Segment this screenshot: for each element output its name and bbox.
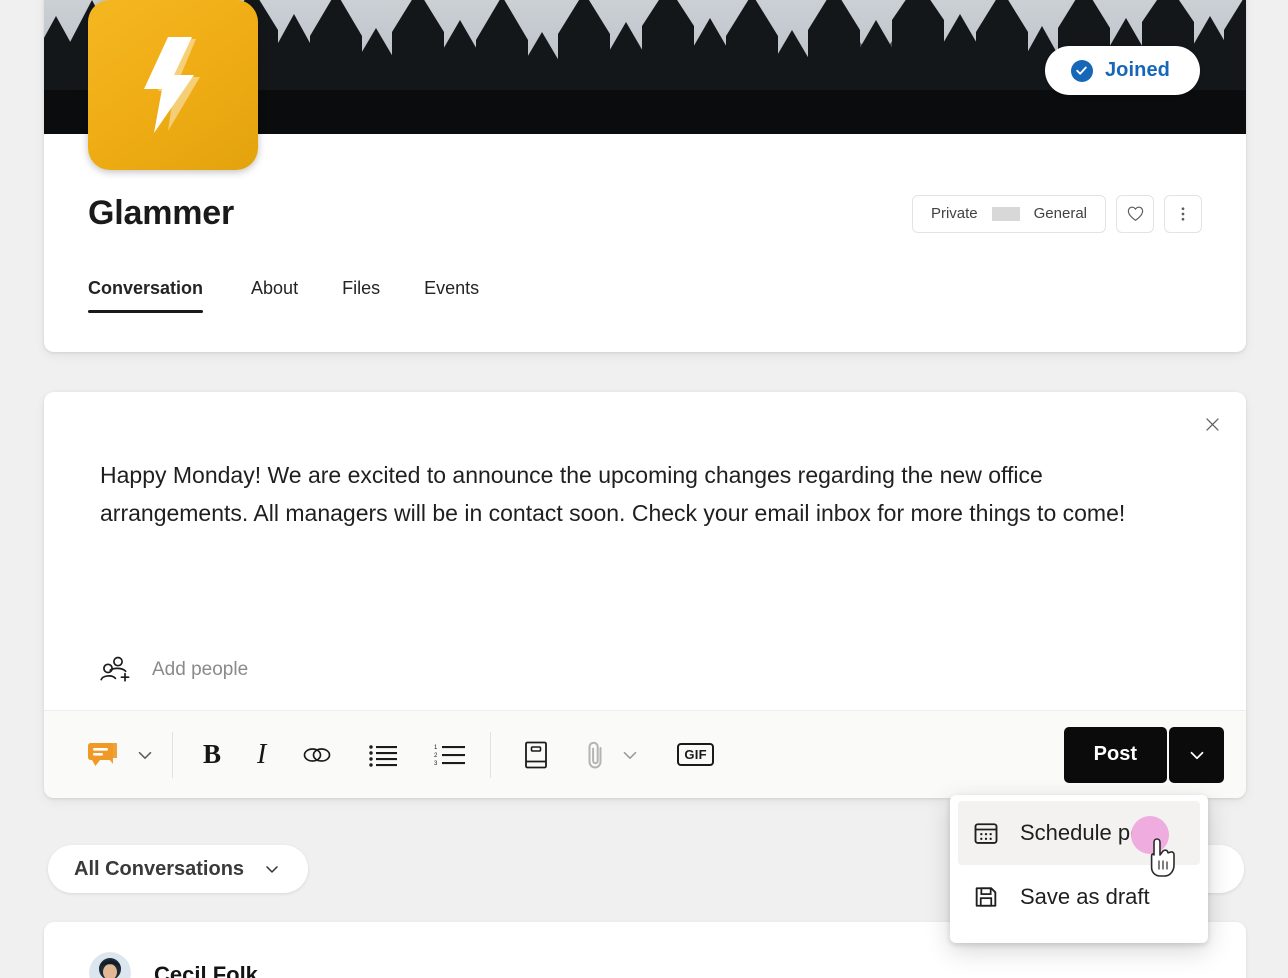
bulleted-list-icon [369, 744, 398, 767]
divider [490, 731, 492, 778]
post-composer-card: Happy Monday! We are excited to announce… [44, 392, 1246, 798]
save-floppy-icon [975, 887, 997, 907]
message-input[interactable]: Happy Monday! We are excited to announce… [100, 456, 1166, 532]
numbered-list-button[interactable]: 1 2 3 [434, 743, 466, 767]
group-header-card: Joined Glammer Private General Conversat… [44, 0, 1246, 352]
page-title: Glammer [88, 194, 235, 232]
add-people-placeholder: Add people [152, 659, 249, 680]
tab-label: Events [424, 278, 480, 298]
menu-item-save-as-draft[interactable]: Save as draft [958, 865, 1200, 929]
announcement-icon [88, 742, 117, 766]
post-split-button: Post [1063, 726, 1224, 783]
group-tabs: Conversation About Files Events [88, 274, 501, 313]
more-options-button[interactable] [1164, 194, 1202, 233]
menu-item-schedule-post[interactable]: Schedule post [958, 801, 1200, 865]
link-button[interactable] [302, 742, 332, 768]
group-actions: Private General [911, 194, 1202, 233]
chevron-down-icon [138, 751, 152, 759]
svg-text:1: 1 [434, 745, 438, 751]
app-page: Joined Glammer Private General Conversat… [0, 0, 1288, 978]
tab-events[interactable]: Events [402, 274, 501, 313]
joined-label: Joined [1104, 59, 1170, 81]
tab-about[interactable]: About [229, 274, 320, 313]
bold-button[interactable]: B [203, 739, 221, 770]
lightning-bolt-icon [144, 37, 200, 133]
close-icon [1205, 417, 1219, 431]
category-label: General [1033, 205, 1087, 222]
composer-toolbar: B I 1 2 3 GIF Post [44, 710, 1246, 798]
heart-icon [1127, 206, 1143, 221]
attach-button[interactable] [585, 739, 607, 771]
tab-label: About [251, 278, 299, 298]
bold-label: B [203, 739, 222, 769]
privacy-label: Private [930, 205, 978, 222]
tab-conversation[interactable]: Conversation [88, 274, 229, 313]
tab-label: Conversation [88, 278, 204, 298]
conversation-filter-dropdown[interactable]: All Conversations [48, 845, 309, 893]
divider [172, 731, 173, 778]
close-composer-button[interactable] [1192, 404, 1232, 444]
italic-label: I [257, 738, 267, 770]
more-vertical-icon [1181, 206, 1185, 221]
favorite-button[interactable] [1116, 194, 1154, 233]
svg-text:2: 2 [434, 753, 438, 759]
avatar [89, 952, 131, 978]
chevron-down-icon [266, 866, 278, 873]
praise-button[interactable] [523, 740, 549, 770]
praise-icon [525, 741, 548, 768]
gif-button[interactable]: GIF [677, 743, 714, 766]
announcement-type-caret[interactable] [134, 744, 156, 766]
check-circle-icon [1070, 59, 1093, 82]
divider [991, 206, 1020, 221]
menu-item-label: Save as draft [1020, 884, 1150, 909]
bulleted-list-button[interactable] [368, 743, 398, 767]
tab-files[interactable]: Files [320, 274, 402, 313]
privacy-category-pill[interactable]: Private General [911, 194, 1106, 233]
calendar-icon [974, 823, 998, 844]
chevron-down-icon [624, 751, 637, 759]
add-people-row[interactable]: Add people [100, 656, 248, 684]
user-avatar [89, 952, 131, 978]
chevron-down-icon [1190, 751, 1203, 759]
person-add-icon [100, 656, 130, 682]
announcement-type-button[interactable] [86, 739, 120, 771]
post-options-menu: Schedule post Save as draft [950, 795, 1208, 943]
numbered-list-icon: 1 2 3 [434, 745, 466, 767]
menu-item-label: Schedule post [1020, 820, 1160, 845]
filter-label: All Conversations [74, 857, 245, 880]
joined-button[interactable]: Joined [1044, 46, 1200, 95]
group-title-row: Glammer Private General [88, 194, 1202, 233]
post-options-caret[interactable] [1169, 726, 1224, 783]
link-icon [303, 747, 331, 762]
svg-text:3: 3 [434, 761, 438, 767]
post-button[interactable]: Post [1063, 726, 1167, 783]
gif-label: GIF [677, 743, 714, 766]
attach-caret[interactable] [619, 744, 641, 766]
group-logo [88, 0, 258, 170]
attach-icon [588, 741, 602, 769]
tab-label: Files [342, 278, 381, 298]
post-author-name: Cecil Folk [154, 962, 258, 978]
italic-button[interactable]: I [257, 739, 266, 771]
